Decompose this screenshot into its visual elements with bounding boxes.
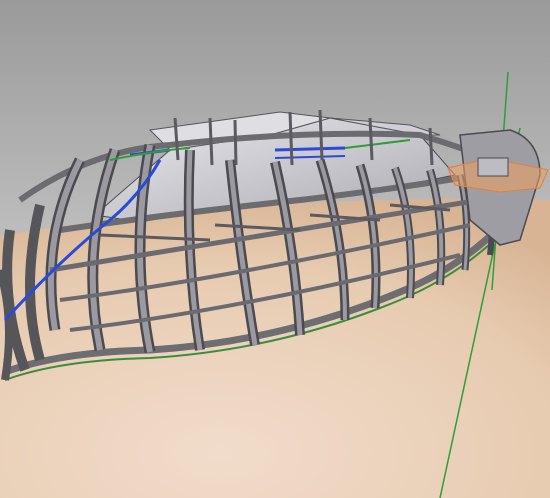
stern-plate — [477, 157, 509, 177]
hull-3d-scene[interactable] — [0, 0, 550, 498]
cad-3d-viewport[interactable] — [0, 0, 550, 498]
